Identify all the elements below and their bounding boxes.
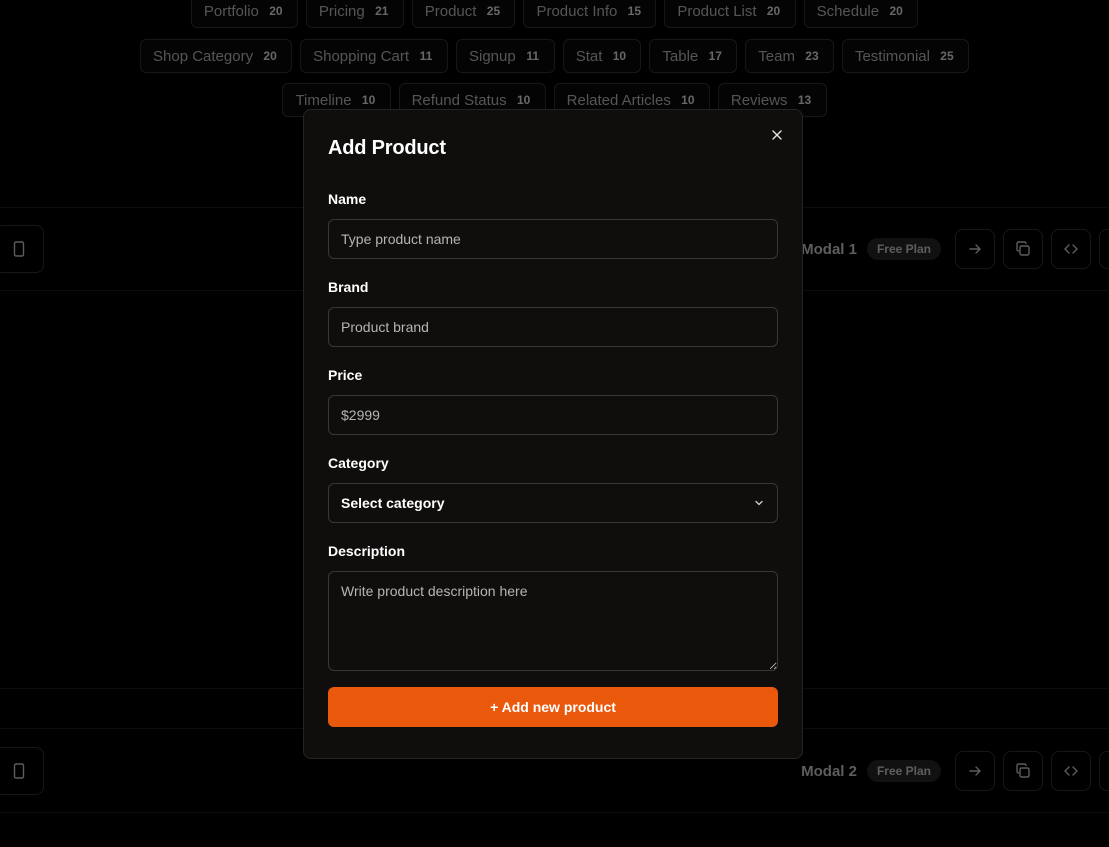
chip-count: 10	[516, 93, 531, 107]
chip-count: 20	[889, 4, 903, 18]
chip-label: Refund Status	[411, 91, 507, 109]
mobile-icon	[13, 241, 25, 257]
brand-input[interactable]	[328, 307, 778, 347]
chip-count: 11	[419, 49, 433, 63]
chip-label: Timeline	[295, 91, 352, 109]
category-field-group: Category Select category	[328, 455, 778, 523]
close-button[interactable]	[766, 124, 788, 146]
section-divider	[0, 812, 1109, 813]
category-select[interactable]: Select category	[328, 483, 778, 523]
view-code-button[interactable]	[1051, 229, 1091, 269]
chevron-down-icon	[755, 500, 763, 506]
chip-count: 23	[805, 49, 819, 63]
chip-label: Schedule	[816, 2, 880, 20]
name-input[interactable]	[328, 219, 778, 259]
device-toggle-button[interactable]	[0, 747, 44, 795]
modal-title: Add Product	[328, 137, 446, 159]
category-label: Category	[328, 455, 389, 471]
chip-count: 10	[612, 49, 627, 63]
code-icon	[1064, 766, 1078, 776]
component-name: Modal 2	[801, 762, 857, 780]
price-label: Price	[328, 367, 363, 383]
chip-count: 17	[708, 49, 722, 63]
description-textarea[interactable]	[328, 571, 778, 671]
chip-label: Related Articles	[566, 91, 671, 109]
chip-label: Signup	[469, 47, 516, 65]
copy-icon	[1016, 763, 1030, 778]
chip-label: Stat	[575, 47, 603, 65]
more-button[interactable]	[1099, 229, 1109, 269]
chip-label: Product Info	[536, 2, 618, 20]
chip-label: Table	[662, 47, 699, 65]
category-chip[interactable]: Schedule 20	[803, 0, 919, 28]
arrow-right-icon	[969, 244, 981, 254]
chip-label: Shop Category	[153, 47, 254, 65]
plan-badge: Free Plan	[866, 760, 941, 782]
chip-label: Testimonial	[854, 47, 930, 65]
chip-count: 10	[361, 93, 376, 107]
chip-count: 25	[940, 49, 954, 63]
view-code-button[interactable]	[1051, 751, 1091, 791]
chip-count: 13	[797, 93, 812, 107]
brand-label: Brand	[328, 279, 369, 295]
chip-label: Product List	[677, 2, 757, 20]
category-chip-row-2: Shop Category 20 Shopping Cart 11 Signup 11…	[0, 39, 1109, 73]
copy-button[interactable]	[1003, 751, 1043, 791]
chip-count: 20	[766, 4, 781, 18]
category-chip[interactable]: Portfolio 20	[190, 0, 298, 28]
chip-label: Reviews	[730, 91, 788, 109]
plan-badge: Free Plan	[866, 238, 941, 260]
chip-label: Team	[758, 47, 795, 65]
device-toggle-button[interactable]	[0, 225, 44, 273]
mobile-icon	[13, 763, 25, 779]
category-chip[interactable]: Product 25	[411, 0, 516, 28]
category-selected-value: Select category	[341, 495, 445, 511]
arrow-right-icon	[969, 766, 981, 776]
name-label: Name	[328, 191, 367, 207]
chip-count: 11	[526, 49, 540, 63]
open-preview-button[interactable]	[955, 229, 995, 269]
chip-label: Shopping Cart	[313, 47, 409, 65]
more-button[interactable]	[1099, 751, 1109, 791]
chip-label: Pricing	[318, 2, 365, 20]
add-product-modal: Add Product Name Brand Price Category Se…	[303, 109, 803, 759]
copy-icon	[1016, 241, 1030, 256]
price-field-group: Price	[328, 367, 778, 435]
category-chip[interactable]: Team 23	[745, 39, 834, 73]
category-chip[interactable]: Shopping Cart 11	[300, 39, 448, 73]
brand-field-group: Brand	[328, 279, 778, 347]
chip-count: 21	[375, 4, 389, 18]
chip-label: Product	[424, 2, 477, 20]
category-chip[interactable]: Product List 20	[664, 0, 796, 28]
category-chip[interactable]: Signup 11	[456, 39, 555, 73]
category-chip[interactable]: Shop Category 20	[140, 39, 293, 73]
category-chip[interactable]: Pricing 21	[305, 0, 404, 28]
price-input[interactable]	[328, 395, 778, 435]
category-chip[interactable]: Testimonial 25	[841, 39, 969, 73]
chip-count: 10	[681, 93, 695, 107]
add-new-product-button[interactable]: + Add new product	[328, 687, 778, 727]
chip-count: 25	[486, 4, 501, 18]
chip-count: 15	[627, 4, 642, 18]
chip-count: 20	[269, 4, 283, 18]
close-icon	[772, 130, 782, 140]
category-chip-row-1: Portfolio 20 Pricing 21 Product 25 Product …	[0, 0, 1109, 28]
description-field-group: Description	[328, 543, 778, 671]
code-icon	[1064, 244, 1078, 254]
description-label: Description	[328, 543, 406, 559]
name-field-group: Name	[328, 191, 778, 259]
category-chip[interactable]: Stat 10	[562, 39, 642, 73]
component-name: Modal 1	[801, 240, 857, 258]
open-preview-button[interactable]	[955, 751, 995, 791]
chip-label: Portfolio	[203, 2, 259, 20]
category-chip[interactable]: Table 17	[649, 39, 738, 73]
chip-count: 20	[263, 49, 277, 63]
copy-button[interactable]	[1003, 229, 1043, 269]
category-chip[interactable]: Product Info 15	[523, 0, 657, 28]
